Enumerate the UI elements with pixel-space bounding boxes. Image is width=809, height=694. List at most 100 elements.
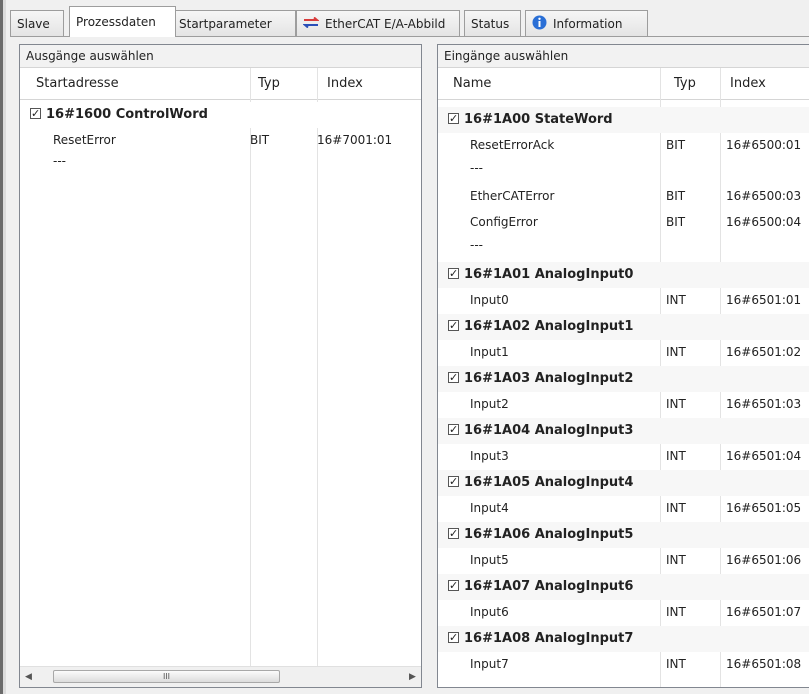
group-checkbox[interactable]: ✓ [448,372,459,383]
window-left-border-inner [3,0,6,694]
input-group-row[interactable]: ✓ 16#1A06 AnalogInput5 [438,522,809,548]
row-index: 16#6501:03 [726,397,802,411]
input-group-row[interactable]: ✓ 16#1A03 AnalogInput2 [438,366,809,392]
column-header-typ[interactable]: Typ [674,76,696,91]
row-type: BIT [250,133,270,147]
row-type: INT [666,605,686,619]
row-name: ResetErrorAck [470,138,555,152]
group-checkbox[interactable]: ✓ [30,108,41,119]
group-label: 16#1A05 AnalogInput4 [464,475,634,490]
row-name: --- [470,161,483,175]
group-checkbox[interactable]: ✓ [448,632,459,643]
tab-ethercat-ea-abbild[interactable]: EtherCAT E/A-Abbild [296,10,460,36]
input-group-row[interactable]: ✓ 16#1A08 AnalogInput7 [438,626,809,652]
row-index: 16#6500:04 [726,215,802,229]
row-type: BIT [666,138,686,152]
group-label: 16#1A04 AnalogInput3 [464,423,634,438]
group-checkbox[interactable]: ✓ [448,580,459,591]
row-name: Input7 [470,657,509,671]
row-name: --- [470,238,483,252]
row-name: EtherCATError [470,189,555,203]
input-row[interactable]: Input2 INT 16#6501:03 [438,392,809,418]
horizontal-scrollbar[interactable]: ◀ III ▶ [20,666,421,687]
column-header-index[interactable]: Index [327,76,363,91]
input-group-row[interactable]: ✓ 16#1A02 AnalogInput1 [438,314,809,340]
input-row[interactable]: Input4 INT 16#6501:05 [438,496,809,522]
tab-information[interactable]: Information [525,10,648,36]
group-checkbox[interactable]: ✓ [448,268,459,279]
row-index: 16#6501:05 [726,501,802,515]
row-index: 16#6501:02 [726,345,802,359]
row-type: INT [666,293,686,307]
column-header-startadresse[interactable]: Startadresse [36,76,119,91]
row-index: 16#7001:01 [317,133,393,147]
column-header-index[interactable]: Index [730,76,766,91]
row-index: 16#6500:03 [726,189,802,203]
scroll-right-arrow-icon[interactable]: ▶ [404,667,421,687]
row-name: ConfigError [470,215,538,229]
input-row: --- [438,233,809,259]
inputs-panel: Eingänge auswählen Name Typ Index ✓ 16#1… [437,44,809,688]
group-checkbox[interactable]: ✓ [448,528,459,539]
output-group-row[interactable]: ✓ 16#1600 ControlWord [20,102,421,128]
row-index: 16#6501:01 [726,293,802,307]
ethercat-icon [302,16,320,31]
input-group-row[interactable]: ✓ 16#1A00 StateWord [438,107,809,133]
scrollbar-thumb[interactable]: III [53,670,280,683]
input-group-row[interactable]: ✓ 16#1A04 AnalogInput3 [438,418,809,444]
row-name: Input2 [470,397,509,411]
input-row[interactable]: Input1 INT 16#6501:02 [438,340,809,366]
group-label: 16#1A07 AnalogInput6 [464,579,634,594]
row-index: 16#6501:07 [726,605,802,619]
group-label: 16#1A06 AnalogInput5 [464,527,634,542]
input-group-row[interactable]: ✓ 16#1A07 AnalogInput6 [438,574,809,600]
tab-label: Slave [17,16,50,31]
input-row[interactable]: Input5 INT 16#6501:06 [438,548,809,574]
input-group-row[interactable]: ✓ 16#1A01 AnalogInput0 [438,262,809,288]
row-type: INT [666,345,686,359]
group-label: 16#1600 ControlWord [46,107,208,122]
row-name: Input4 [470,501,509,515]
tab-label: Information [553,16,623,31]
input-row[interactable]: EtherCATError BIT 16#6500:03 [438,184,809,210]
input-row[interactable]: Input7 INT 16#6501:08 [438,652,809,678]
group-checkbox[interactable]: ✓ [448,424,459,435]
row-name: Input3 [470,449,509,463]
row-type: BIT [666,189,686,203]
row-type: INT [666,501,686,515]
tab-startparameter[interactable]: Startparameter [172,10,296,36]
column-header-name[interactable]: Name [453,76,491,91]
input-row: --- [438,156,809,182]
outputs-panel: Ausgänge auswählen Startadresse Typ Inde… [19,44,422,688]
group-checkbox[interactable]: ✓ [448,476,459,487]
input-row[interactable]: Input3 INT 16#6501:04 [438,444,809,470]
scroll-left-arrow-icon[interactable]: ◀ [20,667,37,687]
group-label: 16#1A08 AnalogInput7 [464,631,634,646]
tab-label: Status [471,16,510,31]
tab-status[interactable]: Status [464,10,521,36]
outputs-panel-title: Ausgänge auswählen [20,45,421,68]
row-type: INT [666,553,686,567]
row-index: 16#6501:08 [726,657,802,671]
row-type: INT [666,657,686,671]
row-name: --- [53,154,66,168]
input-row[interactable]: Input6 INT 16#6501:07 [438,600,809,626]
row-name: Input5 [470,553,509,567]
input-group-row[interactable]: ✓ 16#1A05 AnalogInput4 [438,470,809,496]
info-icon [532,15,547,33]
tab-label: EtherCAT E/A-Abbild [325,16,446,31]
input-row[interactable]: Input0 INT 16#6501:01 [438,288,809,314]
group-checkbox[interactable]: ✓ [448,113,459,124]
group-checkbox[interactable]: ✓ [448,320,459,331]
row-index: 16#6501:04 [726,449,802,463]
tab-label: Prozessdaten [76,15,156,29]
column-header-typ[interactable]: Typ [258,76,280,91]
row-type: INT [666,449,686,463]
inputs-column-header: Name Typ Index [438,68,809,100]
row-name: Input1 [470,345,509,359]
group-label: 16#1A03 AnalogInput2 [464,371,634,386]
tab-slave[interactable]: Slave [10,10,64,36]
tab-prozessdaten[interactable]: Prozessdaten [69,6,176,37]
group-label: 16#1A02 AnalogInput1 [464,319,634,334]
outputs-column-header: Startadresse Typ Index [20,68,421,100]
